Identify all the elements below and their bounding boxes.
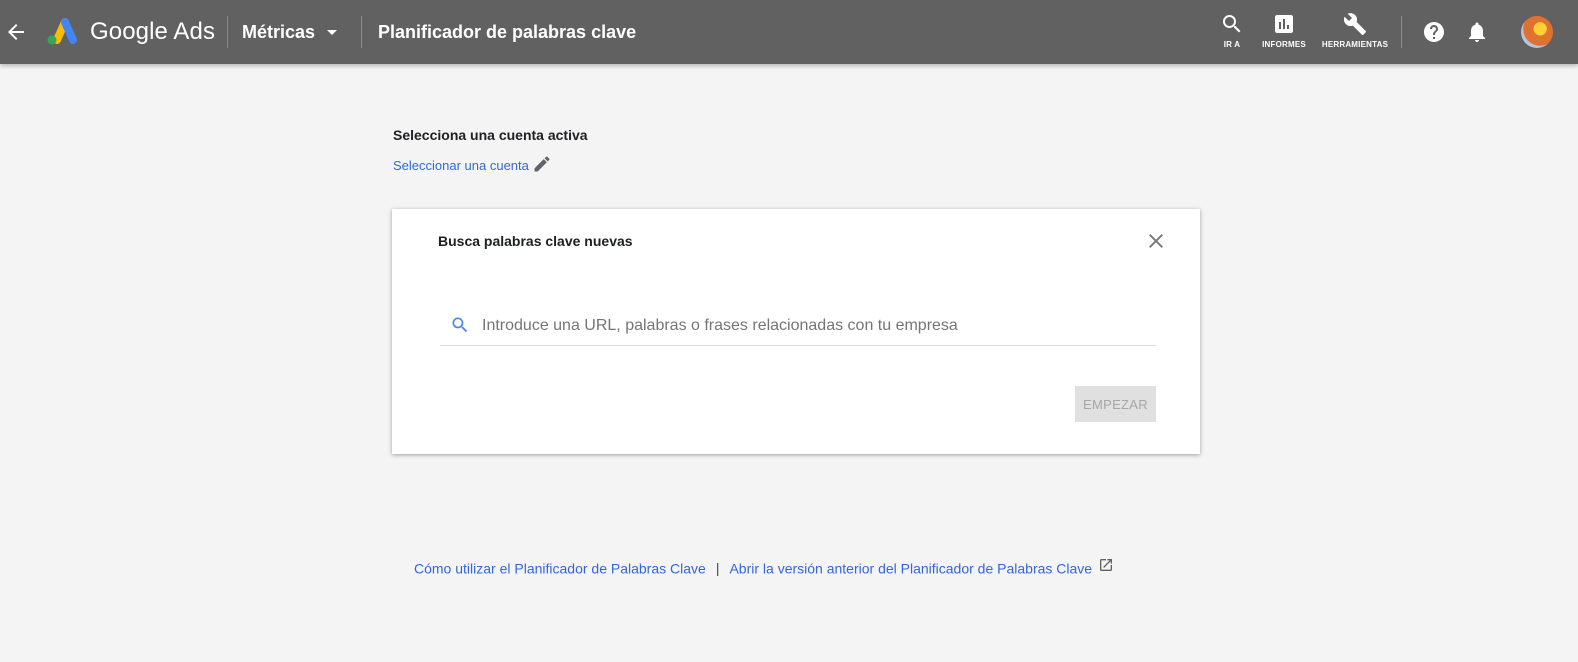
wrench-icon <box>1343 13 1366 35</box>
select-account-link[interactable]: Seleccionar una cuenta <box>393 158 529 173</box>
tool-label: HERRAMIENTAS <box>1321 40 1389 49</box>
tool-tools-button[interactable]: HERRAMIENTAS <box>1320 12 1390 56</box>
footer-links: Cómo utilizar el Planificador de Palabra… <box>414 559 1114 576</box>
header-divider <box>1401 16 1402 48</box>
search-icon <box>452 317 468 333</box>
top-app-bar: Google Ads Métricas Planificador de pala… <box>0 0 1578 64</box>
chevron-down-icon[interactable] <box>322 22 342 42</box>
start-button[interactable]: EMPEZAR <box>1075 386 1156 422</box>
tool-reports-button[interactable]: INFORMES <box>1260 12 1308 56</box>
brand-name[interactable]: Google Ads <box>90 16 215 48</box>
page-title: Planificador de palabras clave <box>378 22 637 42</box>
external-link-icon[interactable] <box>1098 557 1114 573</box>
google-ads-logo[interactable] <box>44 16 80 46</box>
tool-label: IR A <box>1223 40 1241 49</box>
account-selector[interactable]: Métricas <box>242 20 315 44</box>
account-section-title: Selecciona una cuenta activa <box>393 127 588 143</box>
back-arrow-icon[interactable] <box>4 20 28 44</box>
bell-icon[interactable] <box>1465 20 1489 44</box>
keyword-search-input[interactable] <box>480 311 1154 341</box>
how-to-use-link[interactable]: Cómo utilizar el Planificador de Palabra… <box>414 560 706 576</box>
footer-separator: | <box>715 560 720 577</box>
search-icon <box>1223 15 1241 33</box>
pencil-icon[interactable] <box>532 154 552 174</box>
tool-label: INFORMES <box>1262 40 1306 49</box>
close-icon[interactable] <box>1144 229 1168 253</box>
bar-chart-icon <box>1275 15 1293 33</box>
tool-go-to-button[interactable]: IR A <box>1212 12 1252 56</box>
open-previous-version-link[interactable]: Abrir la versión anterior del Planificad… <box>729 560 1092 576</box>
header-divider <box>361 16 362 48</box>
keyword-search-field <box>440 307 1156 346</box>
avatar[interactable] <box>1521 16 1553 48</box>
header-divider <box>227 16 228 48</box>
card-title: Busca palabras clave nuevas <box>438 233 633 249</box>
help-icon[interactable] <box>1422 20 1446 44</box>
keyword-search-card: Busca palabras clave nuevas EMPEZAR <box>392 209 1200 454</box>
